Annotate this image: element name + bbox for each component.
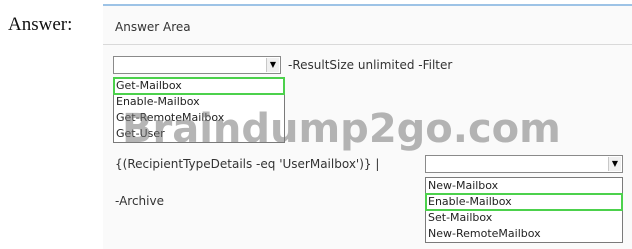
answer-label: Answer:	[8, 14, 73, 35]
recipient-filter-text: {(RecipientTypeDetails -eq 'UserMailbox'…	[115, 157, 380, 171]
chevron-down-icon[interactable]: ▼	[608, 157, 621, 171]
dropdown-2-select[interactable]: ▼	[425, 155, 623, 173]
watermark: Braindump2go.com	[122, 106, 561, 152]
answer-area-title: Answer Area	[115, 20, 191, 34]
dropdown-2-option-enable-mailbox[interactable]: Enable-Mailbox	[425, 193, 623, 211]
dropdown-2-options: New-Mailbox Enable-Mailbox Set-Mailbox N…	[425, 177, 623, 243]
dropdown-1-option-get-mailbox[interactable]: Get-Mailbox	[113, 77, 285, 95]
dropdown-2-option-new-remotemailbox[interactable]: New-RemoteMailbox	[426, 226, 622, 242]
archive-text: -Archive	[115, 194, 164, 208]
resultsize-filter-text: -ResultSize unlimited -Filter	[288, 58, 453, 72]
dropdown-1-select[interactable]: ▼	[113, 56, 281, 74]
divider	[103, 44, 632, 45]
dropdown-2-option-new-mailbox[interactable]: New-Mailbox	[426, 178, 622, 194]
chevron-down-icon[interactable]: ▼	[266, 58, 279, 72]
dropdown-2-option-set-mailbox[interactable]: Set-Mailbox	[426, 210, 622, 226]
